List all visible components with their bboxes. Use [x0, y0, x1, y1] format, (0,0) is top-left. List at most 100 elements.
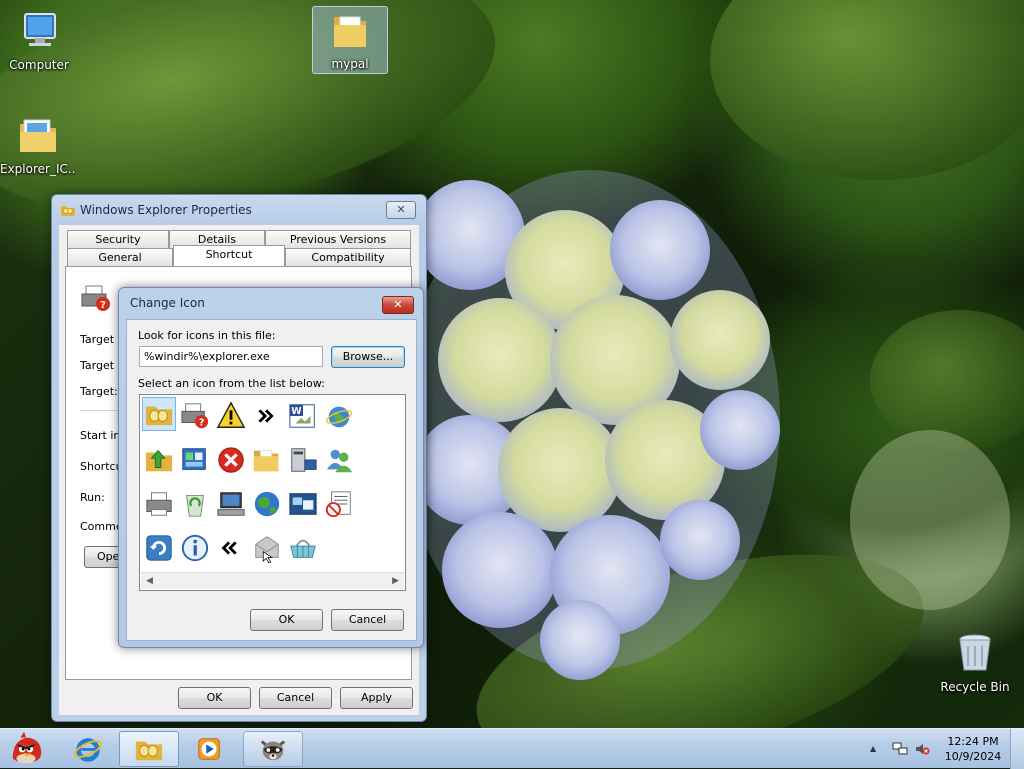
taskbar: ▲ 12:24 PM 10/9/2024 — [0, 728, 1024, 769]
change-icon-ok-button[interactable]: OK — [250, 609, 323, 631]
icon-cell-11[interactable] — [286, 443, 320, 477]
icon-cell-1[interactable] — [142, 397, 176, 431]
info-icon — [181, 534, 209, 562]
printer-help-icon: ? — [81, 285, 110, 311]
computer-icon — [217, 492, 245, 516]
icon-list[interactable]: ? W ◀ ▶ — [139, 394, 406, 591]
icon-file-path-input[interactable]: %windir%\explorer.exe — [139, 346, 323, 367]
basket-icon — [290, 539, 316, 558]
desktop-icon-recycle-bin[interactable]: Recycle Bin — [937, 630, 1013, 694]
chevron-left-icon — [221, 541, 237, 555]
icon-cell-20[interactable] — [178, 531, 212, 565]
change-icon-client: Look for icons in this file: %windir%\ex… — [126, 319, 417, 641]
properties-ok-button[interactable]: OK — [178, 687, 251, 709]
globe-icon — [254, 491, 280, 517]
clock-date: 10/9/2024 — [944, 750, 1002, 763]
icon-cell-14[interactable] — [178, 487, 212, 521]
icon-cell-2[interactable]: ? — [178, 399, 212, 433]
media-player-icon — [198, 738, 220, 760]
windows-icon — [289, 493, 317, 515]
icon-cell-5[interactable]: W — [286, 399, 320, 433]
explorer-folder-icon — [61, 206, 75, 216]
icon-cell-9[interactable] — [214, 443, 248, 477]
taskbar-mypal[interactable] — [243, 731, 303, 767]
folder-icon — [253, 450, 279, 472]
internet-globe-icon — [325, 406, 353, 428]
change-icon-title: Change Icon — [130, 296, 205, 310]
scroll-right-icon[interactable]: ▶ — [392, 576, 399, 586]
server-icon — [291, 448, 317, 472]
icon-cell-10[interactable] — [250, 443, 284, 477]
icon-cell-15[interactable] — [214, 487, 248, 521]
change-icon-cancel-button[interactable]: Cancel — [331, 609, 404, 631]
properties-close-button[interactable]: ✕ — [386, 201, 416, 219]
tab-compatibility[interactable]: Compatibility — [285, 248, 411, 266]
tab-previous-versions[interactable]: Previous Versions — [265, 230, 411, 248]
properties-cancel-button[interactable]: Cancel — [259, 687, 332, 709]
blocked-document-icon — [325, 491, 351, 518]
taskbar-explorer[interactable] — [119, 731, 179, 767]
chevron-right-icon — [258, 409, 274, 423]
users-icon — [326, 449, 353, 473]
recycle-icon — [186, 495, 204, 517]
icon-cell-16[interactable] — [250, 487, 284, 521]
svg-text:W: W — [291, 406, 302, 417]
computer-icon — [24, 13, 56, 46]
properties-title: Windows Explorer Properties — [80, 203, 252, 217]
change-icon-titlebar[interactable]: Change Icon ✕ — [119, 288, 423, 316]
angry-bird-icon — [12, 731, 42, 764]
icon-cell-8[interactable] — [178, 443, 212, 477]
icon-cell-6[interactable] — [322, 399, 356, 433]
icon-cell-21[interactable] — [214, 531, 248, 565]
svg-text:?: ? — [199, 417, 204, 428]
taskbar-ie[interactable] — [58, 731, 118, 767]
show-desktop-button[interactable] — [1010, 729, 1024, 769]
refresh-icon — [146, 535, 172, 561]
recycle-bin-icon — [959, 634, 991, 671]
clock-time: 12:24 PM — [947, 735, 999, 748]
error-icon — [218, 447, 244, 473]
folder-image-icon — [20, 119, 56, 152]
desktop-icon-mypal[interactable]: mypal — [312, 6, 388, 74]
icon-cell-18[interactable] — [322, 487, 356, 521]
desktop-icon-computer[interactable]: Computer — [1, 8, 77, 72]
desktop-icon-explorer-ic[interactable]: Explorer_IC... — [0, 112, 76, 176]
browse-button[interactable]: Browse... — [331, 346, 405, 368]
icon-cell-4[interactable] — [250, 399, 284, 433]
label-run: Run: — [80, 491, 105, 504]
scroll-left-icon[interactable]: ◀ — [146, 576, 153, 586]
warning-icon — [216, 401, 246, 428]
explorer-folder-icon — [145, 406, 173, 426]
taskbar-media-player[interactable] — [180, 731, 240, 767]
printer-help-icon: ? — [181, 403, 209, 428]
icon-list-scrollbar[interactable]: ◀ ▶ — [141, 572, 404, 589]
tab-shortcut[interactable]: Shortcut — [173, 245, 285, 266]
select-icon-label: Select an icon from the list below: — [138, 377, 325, 390]
icon-cell-23[interactable] — [286, 531, 320, 565]
icon-cell-22[interactable] — [250, 531, 284, 565]
icon-cell-3[interactable] — [214, 399, 248, 433]
envelope-icon — [255, 536, 279, 563]
start-button[interactable] — [2, 731, 50, 767]
tab-general[interactable]: General — [67, 248, 173, 266]
change-icon-close-button[interactable]: ✕ — [382, 296, 414, 314]
icon-cell-13[interactable] — [142, 487, 176, 521]
properties-apply-button[interactable]: Apply — [340, 687, 413, 709]
folder-icon — [334, 16, 366, 47]
volume-muted-icon[interactable] — [914, 741, 930, 757]
word-document-icon: W — [289, 404, 315, 428]
show-hidden-icons-button[interactable]: ▲ — [870, 744, 876, 753]
label-target: Target: — [80, 385, 118, 398]
system-clock[interactable]: 12:24 PM 10/9/2024 — [938, 734, 1008, 764]
folder-up-icon — [145, 449, 173, 472]
icon-cell-7[interactable] — [142, 443, 176, 477]
network-icon[interactable] — [892, 741, 908, 757]
icon-cell-12[interactable] — [322, 443, 356, 477]
icon-cell-19[interactable] — [142, 531, 176, 565]
icon-cell-17[interactable] — [286, 487, 320, 521]
internet-explorer-icon — [74, 738, 102, 762]
printer-icon — [146, 492, 172, 516]
look-for-label: Look for icons in this file: — [138, 329, 276, 342]
properties-titlebar[interactable]: Windows Explorer Properties ✕ — [52, 195, 426, 223]
tab-security[interactable]: Security — [67, 230, 169, 248]
